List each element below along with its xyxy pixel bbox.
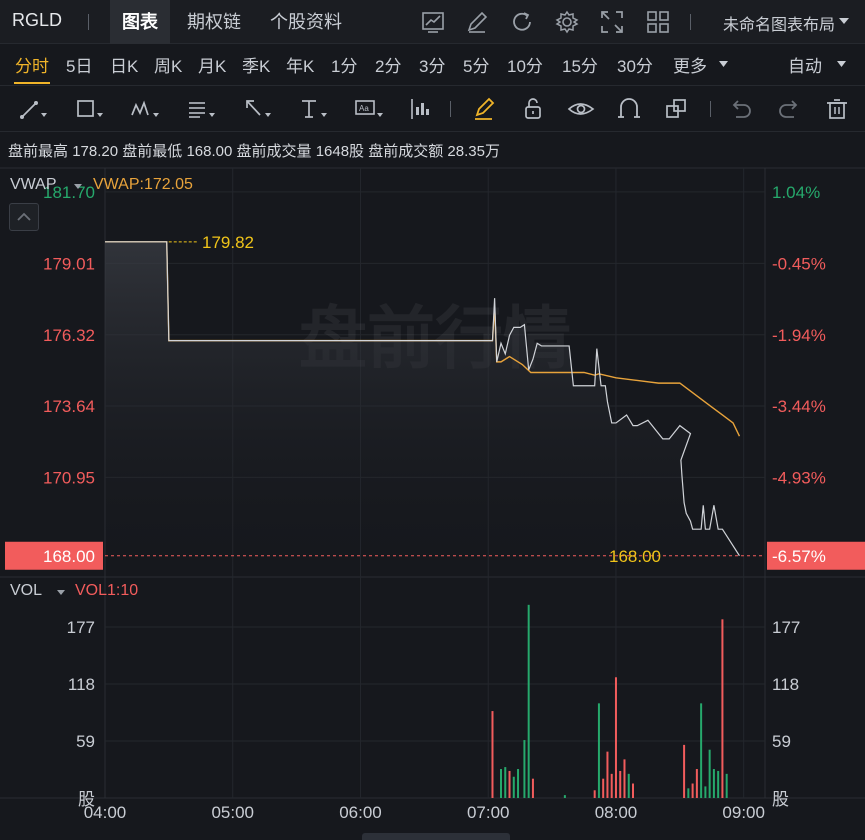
volume-bar: [712, 769, 715, 798]
volume-bar: [691, 783, 694, 798]
vol-indicator-name[interactable]: VOL: [10, 582, 42, 600]
percent-tick-label: -1.94%: [772, 326, 826, 345]
high-marker-label: 179.82: [202, 233, 254, 252]
volume-bar: [614, 677, 617, 798]
volume-bar: [623, 759, 626, 798]
volume-bar: [597, 703, 600, 798]
percent-tick-label: -3.44%: [772, 397, 826, 416]
volume-bar: [695, 769, 698, 798]
volume-bar: [602, 778, 605, 798]
time-tick-label: 06:00: [339, 803, 382, 822]
volume-bar: [704, 786, 707, 798]
volume-bar: [531, 778, 534, 798]
volume-bar: [527, 604, 530, 798]
price-tick-label: 173.64: [43, 397, 95, 416]
volume-bar: [606, 751, 609, 798]
price-chart[interactable]: 盘前行情 179.82168.00 181.70 1.04%179.01 -0.45…: [0, 0, 865, 840]
volume-bar: [717, 770, 720, 798]
volume-bar: [512, 776, 515, 798]
percent-tick-label: 1.04%: [772, 183, 820, 202]
volume-bar: [708, 749, 711, 798]
volume-tick-label-right: 118: [772, 675, 799, 694]
volume-bar: [593, 790, 596, 798]
volume-tick-label: 118: [68, 675, 95, 694]
time-tick-label: 09:00: [722, 803, 765, 822]
volume-bar: [504, 767, 507, 798]
volume-bar: [700, 703, 703, 798]
time-tick-label: 08:00: [595, 803, 638, 822]
time-tick-label: 04:00: [84, 803, 127, 822]
percent-tick-label: -6.57%: [772, 547, 826, 566]
time-tick-label: 05:00: [211, 803, 254, 822]
price-tick-label: 176.32: [43, 326, 95, 345]
volume-bar: [632, 783, 634, 798]
volume-bar: [687, 788, 690, 798]
chevron-down-icon[interactable]: [73, 183, 83, 191]
vol-indicator-value: VOL1:10: [75, 582, 139, 599]
percent-tick-label: -0.45%: [772, 254, 826, 273]
volume-tick-label-right: 59: [772, 732, 791, 751]
volume-bar: [517, 769, 520, 798]
vwap-indicator-value: VWAP:172.05: [93, 176, 193, 193]
price-area-fill: [105, 241, 740, 578]
time-tick-label: 07:00: [467, 803, 510, 822]
volume-bars: [491, 604, 728, 798]
chevron-up-icon: [17, 212, 31, 221]
volume-bar: [725, 773, 728, 798]
scrollbar-thumb[interactable]: [362, 833, 510, 840]
last-price-label: 168.00: [609, 547, 661, 566]
volume-tick-label: 59: [76, 732, 95, 751]
price-tick-label: 179.01: [43, 254, 95, 273]
volume-bar: [491, 711, 494, 798]
collapse-button[interactable]: [9, 203, 39, 231]
chevron-down-icon[interactable]: [56, 589, 66, 597]
percent-tick-label: -4.93%: [772, 468, 826, 487]
volume-tick-label-right: 177: [772, 618, 800, 637]
vwap-indicator-name[interactable]: VWAP: [10, 176, 57, 194]
volume-bar: [508, 770, 511, 798]
volume-bar: [563, 795, 566, 798]
volume-bar: [683, 744, 686, 798]
volume-bar: [721, 619, 724, 798]
price-tick-label: 168.00: [43, 547, 95, 566]
volume-bar: [610, 773, 613, 798]
volume-bar: [500, 769, 502, 798]
volume-tick-label-right: 股: [772, 790, 789, 809]
volume-bar: [523, 740, 526, 798]
volume-tick-label: 177: [67, 618, 95, 637]
volume-bar: [627, 773, 630, 798]
price-tick-label: 170.95: [43, 468, 95, 487]
volume-bar: [619, 770, 622, 798]
